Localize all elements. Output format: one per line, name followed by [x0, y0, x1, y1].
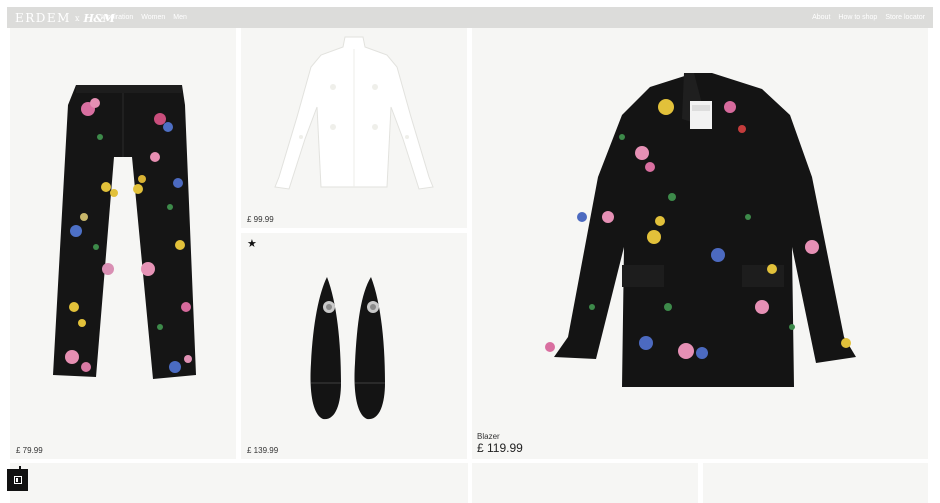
- nav-link-how-to-shop[interactable]: How to shop: [838, 14, 877, 21]
- logo-separator: x: [74, 13, 80, 23]
- product-name-blazer: Blazer: [477, 432, 500, 441]
- nav-link-store-locator[interactable]: Store locator: [885, 14, 925, 21]
- nav-link-men[interactable]: Men: [173, 14, 187, 21]
- nav-link-inspiration[interactable]: Inspiration: [101, 14, 133, 21]
- product-tile-blazer[interactable]: Blazer £ 119.99: [472, 7, 928, 459]
- product-tile-bottom-3[interactable]: [703, 463, 928, 503]
- product-tile-shoes[interactable]: ★ £ 139.99: [241, 233, 467, 459]
- nav-link-about[interactable]: About: [812, 14, 830, 21]
- logo-erdem: ERDEM: [15, 11, 71, 25]
- price-shoes: £ 139.99: [247, 446, 279, 455]
- top-navigation-bar: ERDEM x H&M Inspiration Women Men About …: [7, 7, 933, 28]
- erdem-hm-logo[interactable]: ERDEM x H&M: [15, 10, 115, 26]
- product-tile-bottom-2[interactable]: [472, 463, 698, 503]
- bag-icon: [13, 476, 22, 484]
- price-blouse: £ 99.99: [247, 215, 274, 224]
- price-trousers: £ 79.99: [16, 446, 43, 455]
- trousers-image: [53, 85, 196, 379]
- nav-link-women[interactable]: Women: [141, 14, 165, 21]
- product-tile-blouse[interactable]: £ 99.99: [241, 7, 467, 228]
- product-tile-bottom-1[interactable]: [10, 463, 468, 503]
- blouse-image: [274, 36, 434, 190]
- star-icon: ★: [247, 238, 257, 250]
- secondary-nav: About How to shop Store locator: [812, 7, 925, 28]
- product-tile-trousers[interactable]: £ 79.99: [10, 7, 236, 459]
- shopping-bag-button[interactable]: [7, 469, 28, 491]
- primary-nav: Inspiration Women Men: [101, 7, 187, 28]
- price-blazer: £ 119.99: [477, 441, 523, 455]
- blazer-image: [545, 73, 856, 387]
- shoes-image: [310, 277, 385, 420]
